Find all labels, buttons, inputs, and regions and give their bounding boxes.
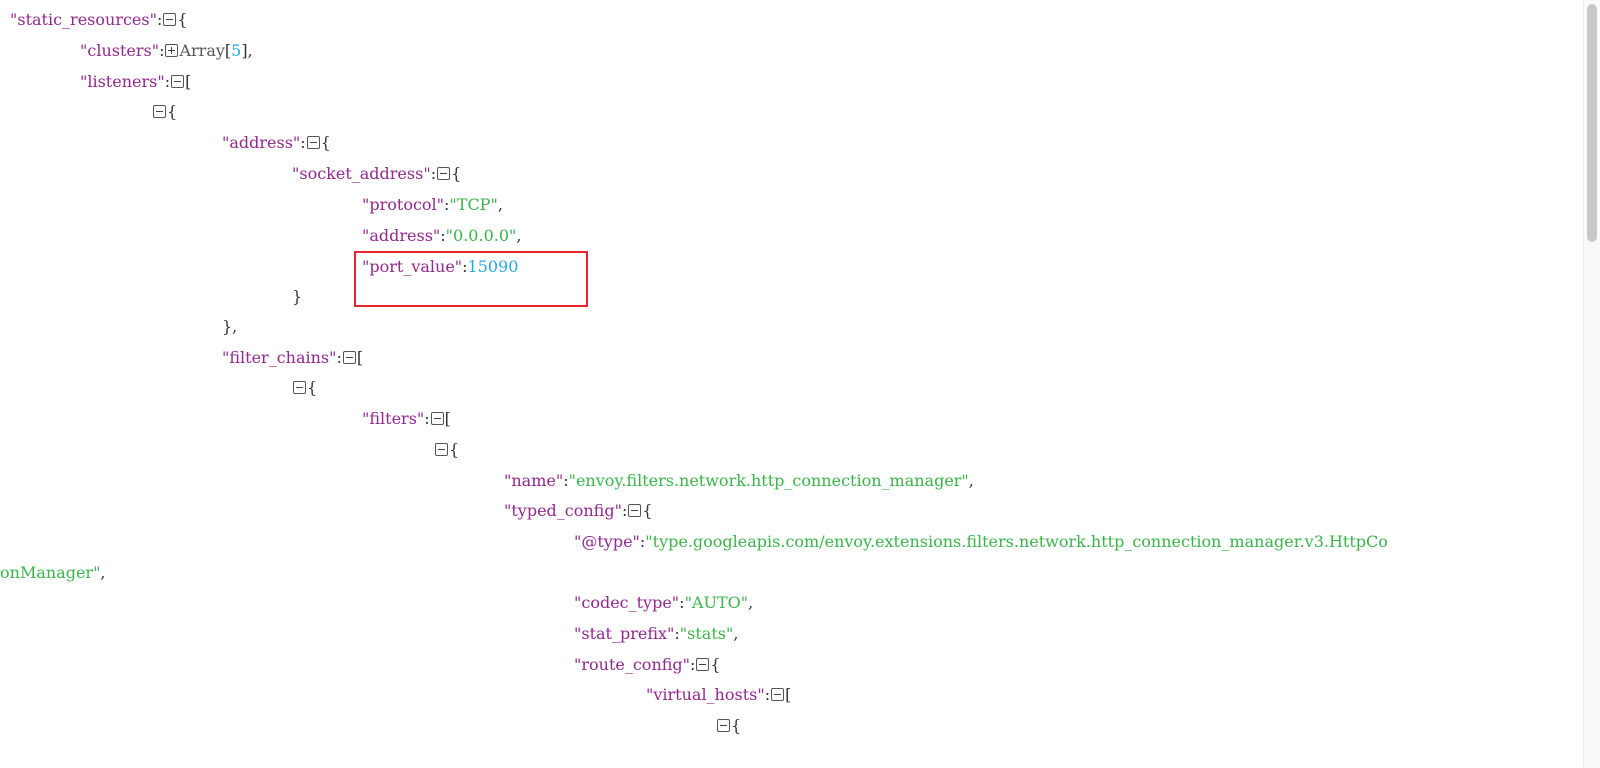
collapse-icon[interactable] bbox=[153, 104, 166, 118]
json-key: "port_value" bbox=[362, 257, 463, 276]
json-key: "stat_prefix" bbox=[574, 624, 675, 643]
vertical-scrollbar[interactable] bbox=[1583, 0, 1600, 768]
array-count: 5 bbox=[231, 41, 242, 60]
json-row-protocol: "protocol":"TCP", bbox=[362, 195, 503, 214]
expand-icon[interactable] bbox=[165, 43, 179, 57]
json-key: "address" bbox=[362, 226, 441, 245]
json-key: "address" bbox=[222, 133, 301, 152]
json-row-codec-type: "codec_type":"AUTO", bbox=[574, 593, 754, 612]
json-row-static-resources: "static_resources":{ bbox=[10, 10, 188, 29]
json-row-clusters: "clusters": Array[5], bbox=[80, 41, 253, 60]
json-row-filter-chains: "filter_chains":[ bbox=[222, 348, 364, 367]
json-string-value: "AUTO" bbox=[684, 593, 749, 612]
json-key: "protocol" bbox=[362, 195, 445, 214]
json-key: "static_resources" bbox=[10, 10, 157, 29]
json-key: "filters" bbox=[362, 409, 425, 428]
json-string-value: "stats" bbox=[679, 624, 734, 643]
collapse-icon[interactable] bbox=[342, 350, 356, 364]
json-row-type-wrap: onManager", bbox=[0, 563, 106, 582]
json-row-filters: "filters":[ bbox=[362, 409, 451, 428]
collapse-icon[interactable] bbox=[696, 657, 710, 671]
json-row-name: "name":"envoy.filters.network.http_conne… bbox=[504, 471, 974, 490]
scrollbar-thumb[interactable] bbox=[1587, 4, 1597, 242]
json-row-socket-address: "socket_address":{ bbox=[292, 164, 462, 183]
collapse-icon[interactable] bbox=[171, 74, 185, 88]
collapse-icon[interactable] bbox=[293, 380, 306, 394]
json-key: "filter_chains" bbox=[222, 348, 337, 367]
json-key: "virtual_hosts" bbox=[646, 685, 765, 704]
collapse-icon[interactable] bbox=[163, 12, 177, 26]
collapse-icon[interactable] bbox=[435, 442, 448, 456]
collapse-icon[interactable] bbox=[717, 718, 730, 732]
collapse-icon[interactable] bbox=[430, 411, 444, 425]
json-key: "listeners" bbox=[80, 72, 165, 91]
collapse-icon[interactable] bbox=[771, 687, 785, 701]
json-key: "@type" bbox=[574, 532, 640, 551]
json-row-port-value: "port_value":15090 bbox=[362, 257, 519, 276]
json-viewer: "static_resources":{ "clusters": Array[5]… bbox=[0, 0, 1600, 768]
json-row-filter-object: { bbox=[434, 438, 459, 462]
json-key: "codec_type" bbox=[574, 593, 680, 612]
json-key: "name" bbox=[504, 471, 564, 490]
json-key: "clusters" bbox=[80, 41, 160, 60]
json-string-value-continued: onManager" bbox=[0, 563, 101, 582]
json-key: "typed_config" bbox=[504, 501, 622, 520]
json-string-value: "type.googleapis.com/envoy.extensions.fi… bbox=[645, 532, 1388, 551]
json-row-virtual-host-object: { bbox=[716, 714, 741, 738]
json-row-socket-address-close: } bbox=[292, 287, 303, 306]
json-row-route-config: "route_config":{ bbox=[574, 655, 721, 674]
json-string-value: "TCP" bbox=[449, 195, 498, 214]
json-row-address-value: "address":"0.0.0.0", bbox=[362, 226, 522, 245]
collapse-icon[interactable] bbox=[437, 166, 451, 180]
json-string-value: "envoy.filters.network.http_connection_m… bbox=[568, 471, 969, 490]
collapse-icon[interactable] bbox=[628, 503, 642, 517]
json-row-listener-object: { bbox=[152, 100, 177, 124]
json-row-stat-prefix: "stat_prefix":"stats", bbox=[574, 624, 739, 643]
json-row-address: "address":{ bbox=[222, 133, 331, 152]
collapsed-type: Array bbox=[179, 41, 225, 60]
json-key: "route_config" bbox=[574, 655, 691, 674]
json-string-value: "0.0.0.0" bbox=[445, 226, 517, 245]
json-row-virtual-hosts: "virtual_hosts":[ bbox=[646, 685, 792, 704]
json-number-value: 15090 bbox=[467, 257, 519, 276]
json-row-address-close: }, bbox=[222, 317, 238, 336]
collapse-icon[interactable] bbox=[306, 135, 320, 149]
json-row-filter-chain-object: { bbox=[292, 376, 317, 400]
json-key: "socket_address" bbox=[292, 164, 431, 183]
json-row-type: "@type":"type.googleapis.com/envoy.exten… bbox=[574, 532, 1388, 551]
json-row-listeners: "listeners":[ bbox=[80, 72, 192, 91]
json-row-typed-config: "typed_config":{ bbox=[504, 501, 653, 520]
